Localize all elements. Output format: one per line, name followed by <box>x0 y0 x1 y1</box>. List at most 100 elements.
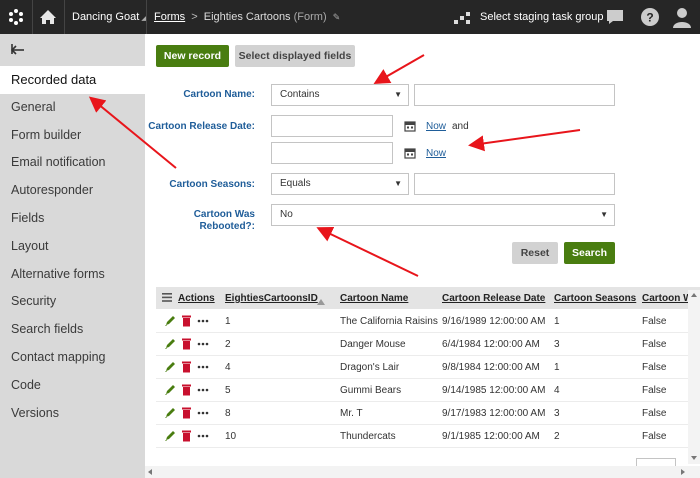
table-row: 4 Dragon's Lair 9/8/1984 12:00:00 AM 1 F… <box>156 356 700 379</box>
cell-date: 9/8/1984 12:00:00 AM <box>442 362 540 373</box>
cell-date: 9/14/1985 12:00:00 AM <box>442 385 546 396</box>
breadcrumb-current: Eighties Cartoons <box>203 11 291 23</box>
delete-icon[interactable] <box>181 360 193 373</box>
svg-text:?: ? <box>646 11 653 25</box>
search-button[interactable]: Search <box>564 242 615 264</box>
cell-rebooted: False <box>642 431 667 442</box>
kentico-logo-icon[interactable] <box>0 0 32 34</box>
sidebar-item-fields[interactable]: Fields <box>0 205 145 233</box>
cell-id: 1 <box>225 316 231 327</box>
cartoon-release-date-label: Cartoon Release Date: <box>148 121 255 132</box>
cell-seasons: 2 <box>554 431 560 442</box>
sidebar-item-contact-mapping[interactable]: Contact mapping <box>0 344 145 372</box>
grid-header: Actions EightiesCartoonsID Cartoon Name … <box>156 287 700 309</box>
staging-task-group-button[interactable]: Select staging task group <box>480 11 604 23</box>
rebooted-label-line-1: Cartoon Was <box>193 209 255 220</box>
breadcrumb-forms-link[interactable]: Forms <box>154 11 185 23</box>
site-name: Dancing Goat <box>72 11 140 23</box>
cell-rebooted: False <box>642 339 667 350</box>
sidebar-item-alternative-forms[interactable]: Alternative forms <box>0 261 145 289</box>
select-displayed-fields-button[interactable]: Select displayed fields <box>235 45 355 67</box>
delete-icon[interactable] <box>181 314 193 327</box>
table-row: 10 Thundercats 9/1/1985 12:00:00 AM 2 Fa… <box>156 425 700 448</box>
more-icon[interactable] <box>197 314 209 327</box>
cell-name: Thundercats <box>340 431 396 442</box>
release-date-to-now-link[interactable]: Now <box>426 148 446 159</box>
cell-seasons: 1 <box>554 362 560 373</box>
cell-rebooted: False <box>642 316 667 327</box>
menu-icon[interactable] <box>162 293 172 302</box>
cell-id: 2 <box>225 339 231 350</box>
cartoon-seasons-operator-value: Equals <box>280 178 311 189</box>
delete-icon[interactable] <box>181 337 193 350</box>
sidebar-item-code[interactable]: Code <box>0 372 145 400</box>
more-icon[interactable] <box>197 383 209 396</box>
dropdown-arrow-icon: ▼ <box>394 179 402 188</box>
column-header-cartoon-name[interactable]: Cartoon Name <box>340 293 408 304</box>
cell-date: 9/16/1989 12:00:00 AM <box>442 316 546 327</box>
sidebar-item-security[interactable]: Security <box>0 288 145 316</box>
pin-icon[interactable]: ✎ <box>333 12 341 22</box>
help-icon[interactable]: ? <box>640 7 660 27</box>
more-icon[interactable] <box>197 406 209 419</box>
user-icon[interactable] <box>670 6 694 28</box>
delete-icon[interactable] <box>181 429 193 442</box>
edit-icon[interactable] <box>164 406 176 419</box>
edit-icon[interactable] <box>164 337 176 350</box>
column-header-id[interactable]: EightiesCartoonsID <box>225 293 318 304</box>
edit-icon[interactable] <box>164 360 176 373</box>
cartoon-seasons-operator-select[interactable]: Equals ▼ <box>271 173 409 195</box>
sidebar-item-search-fields[interactable]: Search fields <box>0 316 145 344</box>
edit-icon[interactable] <box>164 314 176 327</box>
cartoon-was-rebooted-value: No <box>280 209 293 220</box>
cell-name: Gummi Bears <box>340 385 402 396</box>
sort-ascending-icon[interactable] <box>317 296 325 305</box>
cell-rebooted: False <box>642 385 667 396</box>
calendar-icon[interactable] <box>404 120 416 132</box>
back-arrow-icon[interactable] <box>10 42 28 56</box>
reset-button[interactable]: Reset <box>512 242 558 264</box>
calendar-icon[interactable] <box>404 147 416 159</box>
cell-seasons: 4 <box>554 385 560 396</box>
cartoon-name-operator-select[interactable]: Contains ▼ <box>271 84 409 106</box>
breadcrumb-suffix: (Form) <box>293 11 327 23</box>
cell-name: Mr. T <box>340 408 363 419</box>
vertical-scrollbar[interactable] <box>688 290 700 464</box>
more-icon[interactable] <box>197 429 209 442</box>
chat-icon[interactable] <box>604 8 626 26</box>
column-header-actions[interactable]: Actions <box>178 293 215 304</box>
cartoon-name-input[interactable] <box>414 84 615 106</box>
release-date-from-input[interactable] <box>271 115 393 137</box>
delete-icon[interactable] <box>181 383 193 396</box>
sidebar-item-form-builder[interactable]: Form builder <box>0 122 145 150</box>
dropdown-arrow-icon: ▼ <box>394 90 402 99</box>
cell-rebooted: False <box>642 408 667 419</box>
cartoon-seasons-label: Cartoon Seasons: <box>169 179 255 190</box>
column-header-seasons[interactable]: Cartoon Seasons <box>554 293 636 304</box>
sidebar-item-layout[interactable]: Layout <box>0 233 145 261</box>
sidebar-item-email-notification[interactable]: Email notification <box>0 149 145 177</box>
cartoon-seasons-input[interactable] <box>414 173 615 195</box>
home-icon[interactable] <box>34 0 62 34</box>
sidebar-item-autoresponder[interactable]: Autoresponder <box>0 177 145 205</box>
release-date-from-now-link[interactable]: Now <box>426 121 446 132</box>
column-header-rebooted[interactable]: Cartoon W <box>642 293 693 304</box>
sidebar-item-versions[interactable]: Versions <box>0 400 145 428</box>
more-icon[interactable] <box>197 337 209 350</box>
edit-icon[interactable] <box>164 383 176 396</box>
column-header-release-date[interactable]: Cartoon Release Date <box>442 293 545 304</box>
rebooted-label-line-2: Rebooted?: <box>199 221 255 232</box>
delete-icon[interactable] <box>181 406 193 419</box>
new-record-button[interactable]: New record <box>156 45 229 67</box>
horizontal-scrollbar[interactable] <box>145 466 700 478</box>
top-bar: Dancing Goat ◢ Forms > Eighties Cartoons … <box>0 0 700 34</box>
cartoon-was-rebooted-select[interactable]: No ▼ <box>271 204 615 226</box>
cell-id: 8 <box>225 408 231 419</box>
cell-date: 9/1/1985 12:00:00 AM <box>442 431 540 442</box>
site-selector[interactable]: Dancing Goat ◢ <box>72 11 147 23</box>
release-date-to-input[interactable] <box>271 142 393 164</box>
edit-icon[interactable] <box>164 429 176 442</box>
more-icon[interactable] <box>197 360 209 373</box>
sidebar-item-recorded-data[interactable]: Recorded data <box>0 66 145 94</box>
sidebar-item-general[interactable]: General <box>0 94 145 122</box>
